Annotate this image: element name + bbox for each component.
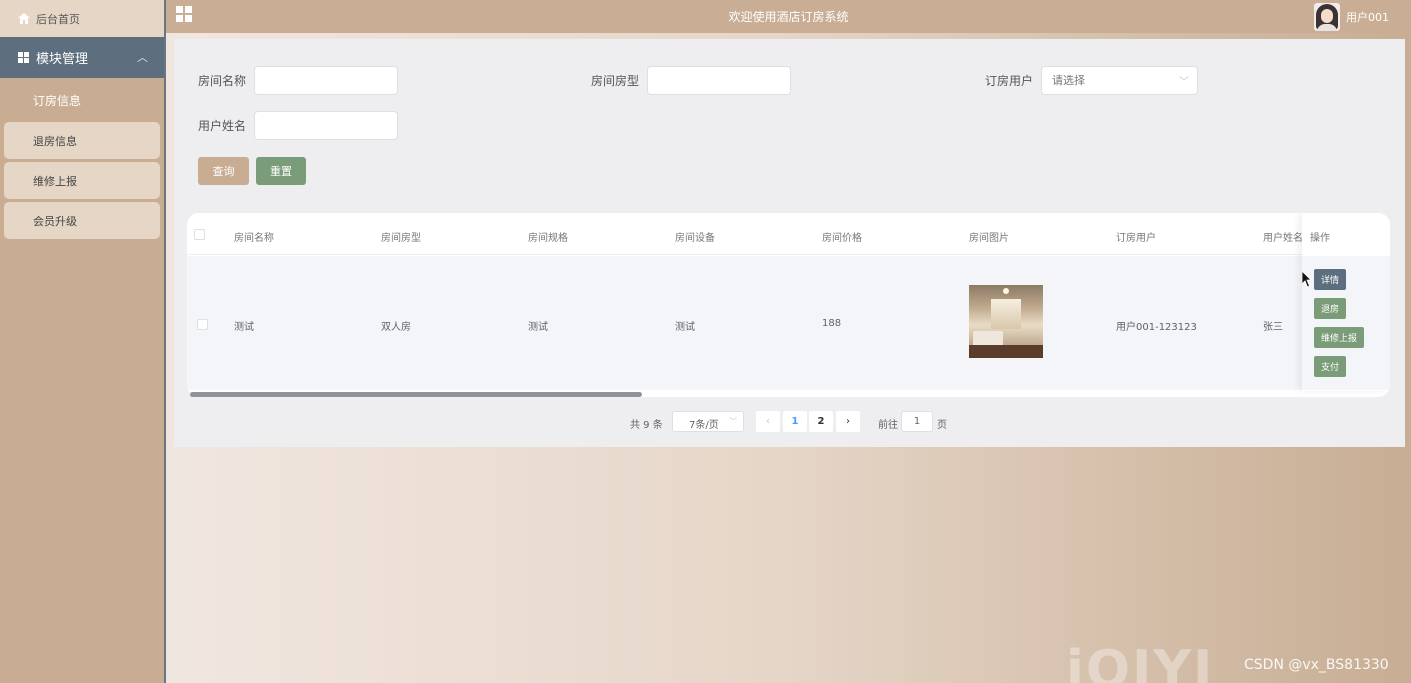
cell-room-type: 双人房	[381, 322, 411, 333]
avatar[interactable]	[1314, 2, 1340, 31]
page-size-select[interactable]: 7条/页 ﹀	[672, 411, 744, 432]
user-name-input[interactable]	[254, 111, 399, 140]
row-checkbox[interactable]	[197, 319, 208, 330]
cell-room-spec: 测试	[528, 322, 548, 333]
room-type-filter: 房间房型	[591, 66, 792, 95]
cell-user-name: 张三	[1263, 322, 1283, 333]
checkout-button[interactable]: 退房	[1314, 298, 1347, 319]
top-header: 欢迎使用酒店订房系统 用户001	[166, 0, 1411, 33]
booking-user-select-input[interactable]	[1041, 66, 1199, 95]
column-header: 房间名称	[234, 233, 274, 244]
detail-button[interactable]: 详情	[1314, 269, 1347, 290]
chevron-right-icon: ›	[846, 416, 850, 427]
booking-user-select[interactable]: ﹀	[1041, 66, 1199, 95]
sidebar-item-repair-report[interactable]: 维修上报	[4, 162, 160, 199]
table-header: 房间名称 房间房型 房间规格 房间设备 房间价格 房间图片 订房用户 用户姓名	[187, 213, 1390, 255]
table-row: 测试 双人房 测试 测试 188 用户001-123123 张三	[187, 256, 1390, 390]
room-name-label: 房间名称	[198, 74, 247, 88]
select-all-checkbox[interactable]	[194, 229, 205, 240]
room-name-input[interactable]	[254, 66, 399, 95]
cell-booking-user: 用户001-123123	[1116, 322, 1197, 333]
chevron-down-icon: ﹀	[1179, 77, 1190, 88]
sidebar-item-label: 维修上报	[33, 174, 77, 188]
horizontal-scrollbar[interactable]	[190, 392, 642, 397]
csdn-watermark: CSDN @vx_BS81330	[1244, 657, 1389, 673]
page-size-value: 7条/页	[689, 420, 719, 431]
reset-button[interactable]: 重置	[256, 157, 306, 185]
next-page-button[interactable]: ›	[836, 411, 860, 432]
goto-label: 前往	[878, 420, 898, 431]
prev-page-button[interactable]: ‹	[756, 411, 780, 432]
chevron-left-icon: ‹	[766, 416, 770, 427]
cell-room-price: 188	[822, 318, 842, 329]
action-column: 操作 详情 退房 维修上报 支付	[1302, 213, 1390, 391]
column-header: 房间规格	[528, 233, 568, 244]
room-type-label: 房间房型	[591, 74, 640, 88]
page-button-2[interactable]: 2	[809, 411, 833, 432]
column-header: 用户姓名	[1263, 233, 1303, 244]
user-menu[interactable]: 用户001	[1314, 0, 1389, 33]
home-icon	[18, 13, 30, 24]
sidebar-module-toggle[interactable]: 模块管理 ︿	[0, 37, 164, 78]
page-word-label: 页	[937, 420, 947, 431]
sidebar-home-label: 后台首页	[36, 12, 80, 26]
sidebar-item-booking-info[interactable]: 订房信息	[4, 82, 160, 119]
action-header: 操作	[1310, 233, 1330, 244]
user-name-label: 用户姓名	[198, 119, 247, 133]
chevron-up-icon: ︿	[137, 51, 148, 64]
sidebar-home-link[interactable]: 后台首页	[0, 0, 164, 37]
column-header: 订房用户	[1116, 233, 1156, 244]
page-title: 欢迎使用酒店订房系统	[728, 10, 849, 24]
sidebar: 后台首页 模块管理 ︿ 订房信息 退房信息 维修上报 会员升级	[0, 0, 166, 683]
column-header: 房间房型	[381, 233, 421, 244]
total-count: 共 9 条	[630, 420, 663, 431]
menu-grid-icon[interactable]	[176, 6, 192, 22]
pagination: 共 9 条 7条/页 ﹀ ‹ 1 2 › 前往 1 页	[174, 411, 1405, 433]
sidebar-item-label: 退房信息	[33, 134, 77, 148]
grid-icon	[18, 52, 29, 63]
column-header: 房间价格	[822, 233, 862, 244]
sidebar-item-label: 会员升级	[33, 214, 77, 228]
sidebar-item-checkout-info[interactable]: 退房信息	[4, 122, 160, 159]
chevron-down-icon: ﹀	[729, 417, 737, 426]
username-label: 用户001	[1346, 10, 1389, 24]
column-header: 房间设备	[675, 233, 715, 244]
iqiyi-watermark: iQIYI	[1066, 640, 1215, 683]
sidebar-item-member-upgrade[interactable]: 会员升级	[4, 202, 160, 239]
room-name-filter: 房间名称	[198, 66, 399, 95]
booking-user-label: 订房用户	[985, 74, 1034, 88]
booking-user-filter: 订房用户 ﹀	[985, 66, 1199, 95]
cell-room-name: 测试	[234, 322, 254, 333]
booking-table: 房间名称 房间房型 房间规格 房间设备 房间价格 房间图片 订房用户 用户姓名 …	[187, 213, 1390, 397]
sidebar-item-label: 订房信息	[33, 94, 82, 108]
query-button[interactable]: 查询	[198, 157, 249, 185]
user-name-filter: 用户姓名	[198, 111, 399, 140]
page-button-1[interactable]: 1	[783, 411, 807, 432]
pay-button[interactable]: 支付	[1314, 356, 1347, 377]
cell-room-equipment: 测试	[675, 322, 695, 333]
column-header: 房间图片	[969, 233, 1009, 244]
mouse-cursor-icon	[1302, 271, 1312, 288]
repair-report-button[interactable]: 维修上报	[1314, 327, 1365, 348]
main-panel: 房间名称 房间房型 订房用户 ﹀ 用户姓名 查询 重置 房间名称 房间房型 房间…	[174, 39, 1405, 447]
goto-page-input[interactable]: 1	[901, 411, 933, 432]
sidebar-module-label: 模块管理	[36, 52, 89, 67]
room-image[interactable]	[969, 285, 1043, 358]
room-type-input[interactable]	[647, 66, 792, 95]
